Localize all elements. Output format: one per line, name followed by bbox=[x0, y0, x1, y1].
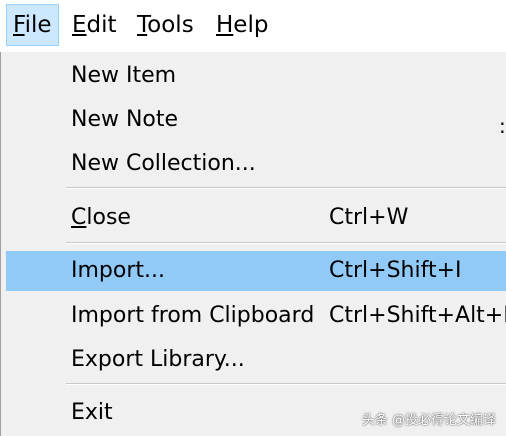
menu-item-label: Exit bbox=[71, 400, 113, 425]
menu-item-label: New Item bbox=[71, 63, 177, 88]
menu-edit[interactable]: Edit bbox=[66, 4, 123, 46]
menu-item-export-library[interactable]: Export Library... bbox=[6, 340, 506, 380]
menu-file[interactable]: File bbox=[6, 4, 59, 46]
menu-tools-label: ools bbox=[147, 12, 194, 38]
menu-item-label: Import... bbox=[71, 258, 165, 283]
menu-item-shortcut: Ctrl+W bbox=[329, 205, 409, 230]
menu-tools[interactable]: Tools bbox=[131, 4, 200, 46]
menu-help-label: elp bbox=[233, 12, 269, 38]
menu-item-import-from-clipboard[interactable]: Import from Clipboard Ctrl+Shift+Alt+I bbox=[6, 296, 506, 336]
menu-item-new-item[interactable]: New Item bbox=[6, 56, 506, 96]
menu-item-new-collection[interactable]: New Collection... bbox=[6, 144, 506, 184]
menu-tools-mnemonic: T bbox=[137, 12, 148, 38]
menu-separator bbox=[66, 187, 506, 189]
menu-item-close[interactable]: Close Ctrl+W bbox=[6, 198, 506, 238]
menu-item-import[interactable]: Import... Ctrl+Shift+I bbox=[6, 251, 506, 291]
menu-item-shortcut: Ctrl+Shift+I bbox=[329, 258, 462, 283]
watermark: 头条 @投必得论文编译 bbox=[361, 413, 496, 428]
menu-item-label: Import from Clipboard bbox=[71, 303, 315, 328]
menu-edit-label: dit bbox=[86, 12, 117, 38]
file-menu-dropdown: : New Item New Note New Collection... Cl… bbox=[0, 52, 506, 436]
menu-item-label: Export Library... bbox=[71, 347, 245, 372]
menu-item-label: Close bbox=[71, 198, 131, 238]
menu-item-shortcut: Ctrl+Shift+Alt+I bbox=[329, 303, 506, 328]
menu-edit-mnemonic: E bbox=[72, 12, 87, 38]
menu-file-label: ile bbox=[24, 12, 52, 38]
menu-item-label: New Note bbox=[71, 107, 179, 132]
menu-item-new-note[interactable]: New Note bbox=[6, 100, 506, 140]
menu-item-label: New Collection... bbox=[71, 151, 256, 176]
menu-help-mnemonic: H bbox=[216, 12, 234, 38]
menu-separator bbox=[66, 242, 506, 244]
menu-help[interactable]: Help bbox=[210, 4, 274, 46]
menu-separator bbox=[66, 383, 506, 385]
menu-item-close-mnemonic: C bbox=[71, 205, 87, 230]
menu-item-close-rest: lose bbox=[86, 205, 131, 230]
menu-bar: File Edit Tools Help bbox=[0, 0, 506, 52]
menu-file-mnemonic: F bbox=[13, 12, 25, 38]
